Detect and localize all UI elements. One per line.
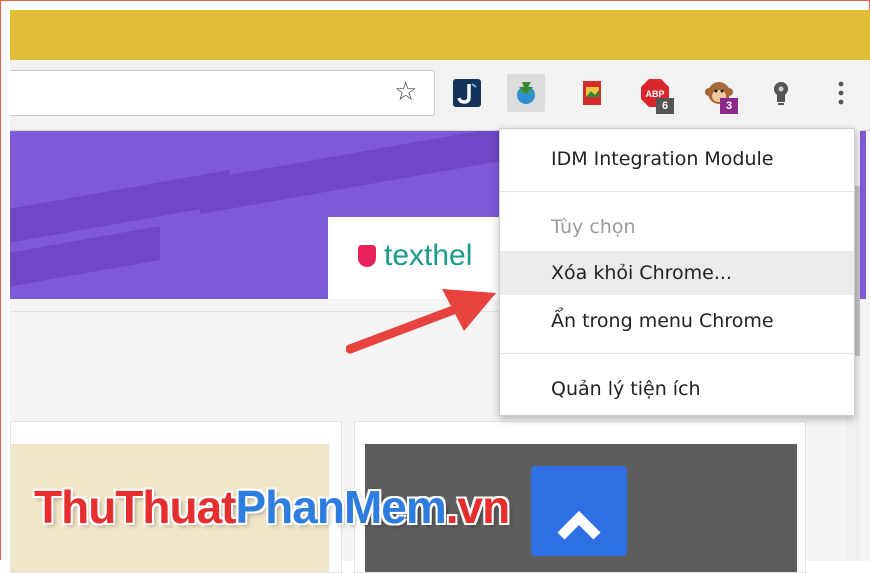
menu-item-remove-from-chrome[interactable]: Xóa khỏi Chrome...	[500, 251, 854, 295]
texthelp-logo: texthel	[358, 239, 472, 273]
extension-context-menu: IDM Integration Module Tùy chọn Xóa khỏi…	[499, 128, 855, 416]
idm-globe-icon[interactable]	[507, 74, 545, 112]
menu-item-options: Tùy chọn	[551, 216, 636, 238]
red-arrow-icon	[346, 289, 496, 354]
blue-app-icon	[531, 466, 627, 556]
menu-item-manage-extensions[interactable]: Quản lý tiện ích	[500, 367, 854, 411]
menu-separator	[500, 191, 854, 192]
star-icon[interactable]: ☆	[394, 77, 417, 107]
menu-item-hide-in-menu[interactable]: Ẩn trong menu Chrome	[500, 299, 854, 343]
menu-item-idm-title[interactable]: IDM Integration Module	[500, 137, 854, 181]
site-watermark: ThuThuatPhanMem.vn	[34, 481, 510, 533]
abp-icon[interactable]: ABP 6	[640, 78, 674, 114]
j-icon[interactable]	[452, 78, 482, 108]
kebab-menu-icon[interactable]	[826, 78, 856, 108]
monkey-icon[interactable]: 3	[704, 78, 738, 114]
address-bar[interactable]: ☆	[10, 70, 435, 116]
texthelp-mark-icon	[358, 245, 376, 267]
adblock-badge: 6	[656, 98, 674, 114]
menu-separator	[500, 353, 854, 354]
title-bar	[10, 10, 870, 60]
photo-icon[interactable]	[578, 78, 608, 108]
texthelp-text: texthel	[384, 239, 473, 272]
monkey-badge: 3	[720, 98, 738, 114]
lightbulb-icon[interactable]	[766, 78, 796, 108]
browser-toolbar: ☆ ABP 6 3	[10, 60, 870, 131]
